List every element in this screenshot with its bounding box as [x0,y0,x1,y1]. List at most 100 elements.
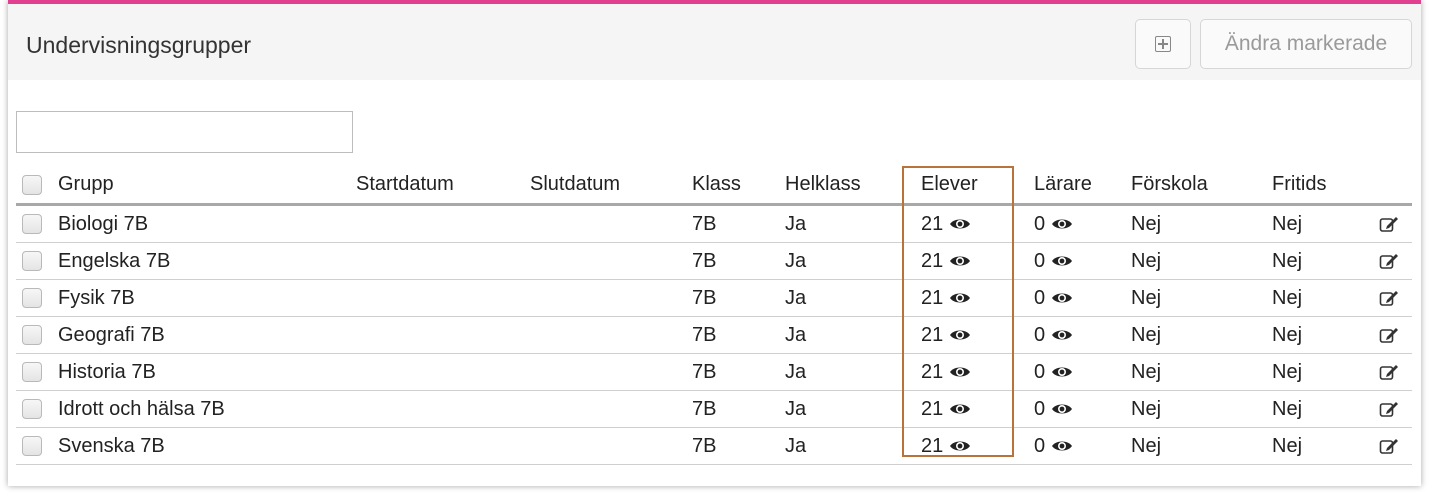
cell-fritids: Nej [1272,360,1303,383]
cell-larare[interactable]: 0 [1034,317,1073,353]
edit-icon[interactable] [1379,206,1399,242]
edit-icon[interactable] [1379,354,1399,390]
header-larare[interactable]: Lärare [1034,166,1092,203]
cell-larare[interactable]: 0 [1034,280,1073,316]
groups-table: Grupp Startdatum Slutdatum Klass Helklas… [16,166,1412,465]
cell-klass: 7B [692,249,717,272]
table-body: Biologi 7B 7B Ja 21 0 Nej Nej Engelska 7B 7B Ja 21… [16,206,1412,465]
cell-elever[interactable]: 21 [921,243,971,279]
search-input[interactable] [16,111,353,153]
eye-icon[interactable] [1051,365,1073,379]
edit-icon[interactable] [1379,317,1399,353]
cell-larare[interactable]: 0 [1034,243,1073,279]
cell-klass: 7B [692,360,717,383]
edit-icon[interactable] [1379,280,1399,316]
header-slutdatum[interactable]: Slutdatum [530,166,620,203]
cell-klass: 7B [692,397,717,420]
eye-icon[interactable] [1051,217,1073,231]
cell-forskola: Nej [1131,434,1162,457]
header-elever[interactable]: Elever [921,166,978,203]
cell-larare[interactable]: 0 [1034,354,1073,390]
table-row[interactable]: Svenska 7B 7B Ja 21 0 Nej Nej [16,428,1412,465]
eye-icon[interactable] [1051,254,1073,268]
cell-forskola: Nej [1131,249,1162,272]
row-checkbox[interactable] [22,251,42,271]
table-row[interactable]: Fysik 7B 7B Ja 21 0 Nej Nej [16,280,1412,317]
cell-larare[interactable]: 0 [1034,428,1073,464]
eye-icon[interactable] [949,439,971,453]
cell-elever[interactable]: 21 [921,206,971,242]
eye-icon[interactable] [949,254,971,268]
cell-helklass: Ja [785,323,807,346]
table-header: Grupp Startdatum Slutdatum Klass Helklas… [16,166,1412,206]
elever-count: 21 [921,323,944,346]
cell-fritids: Nej [1272,249,1303,272]
eye-icon[interactable] [949,402,971,416]
table-row[interactable]: Biologi 7B 7B Ja 21 0 Nej Nej [16,206,1412,243]
row-checkbox[interactable] [22,325,42,345]
edit-selected-button[interactable]: Ändra markerade [1200,19,1412,69]
elever-count: 21 [921,212,944,235]
cell-klass: 7B [692,286,717,309]
header-fritids[interactable]: Fritids [1272,166,1326,203]
cell-fritids: Nej [1272,212,1303,235]
header-helklass[interactable]: Helklass [785,166,861,203]
elever-count: 21 [921,434,944,457]
edit-icon[interactable] [1379,243,1399,279]
select-all-checkbox[interactable] [22,174,42,195]
cell-forskola: Nej [1131,212,1162,235]
eye-icon[interactable] [949,365,971,379]
eye-icon[interactable] [1051,328,1073,342]
panel: Undervisningsgrupper Ändra markerade Gru… [8,0,1421,486]
larare-count: 0 [1034,249,1046,272]
cell-forskola: Nej [1131,360,1162,383]
cell-helklass: Ja [785,360,807,383]
eye-icon[interactable] [949,291,971,305]
cell-grupp: Geografi 7B [58,323,165,346]
eye-icon[interactable] [949,328,971,342]
eye-icon[interactable] [949,217,971,231]
header-forskola[interactable]: Förskola [1131,166,1208,203]
cell-grupp: Historia 7B [58,360,156,383]
table-row[interactable]: Idrott och hälsa 7B 7B Ja 21 0 Nej Nej [16,391,1412,428]
header-grupp[interactable]: Grupp [58,166,114,203]
larare-count: 0 [1034,286,1046,309]
cell-grupp: Idrott och hälsa 7B [58,397,225,420]
eye-icon[interactable] [1051,291,1073,305]
cell-larare[interactable]: 0 [1034,206,1073,242]
larare-count: 0 [1034,212,1046,235]
cell-elever[interactable]: 21 [921,280,971,316]
header-klass[interactable]: Klass [692,166,741,203]
row-checkbox[interactable] [22,214,42,234]
row-checkbox[interactable] [22,362,42,382]
row-checkbox[interactable] [22,399,42,419]
cell-elever[interactable]: 21 [921,354,971,390]
cell-klass: 7B [692,434,717,457]
cell-grupp: Engelska 7B [58,249,171,272]
panel-header: Undervisningsgrupper Ändra markerade [8,4,1421,80]
cell-forskola: Nej [1131,397,1162,420]
cell-fritids: Nej [1272,397,1303,420]
cell-grupp: Fysik 7B [58,286,135,309]
table-row[interactable]: Geografi 7B 7B Ja 21 0 Nej Nej [16,317,1412,354]
edit-icon[interactable] [1379,428,1399,464]
cell-helklass: Ja [785,397,807,420]
table-row[interactable]: Historia 7B 7B Ja 21 0 Nej Nej [16,354,1412,391]
cell-larare[interactable]: 0 [1034,391,1073,427]
edit-icon[interactable] [1379,391,1399,427]
row-checkbox[interactable] [22,288,42,308]
header-startdatum[interactable]: Startdatum [356,166,454,203]
cell-fritids: Nej [1272,434,1303,457]
cell-grupp: Biologi 7B [58,212,149,235]
larare-count: 0 [1034,360,1046,383]
cell-elever[interactable]: 21 [921,428,971,464]
table-row[interactable]: Engelska 7B 7B Ja 21 0 Nej Nej [16,243,1412,280]
add-group-button[interactable] [1135,19,1191,69]
row-checkbox[interactable] [22,436,42,456]
cell-fritids: Nej [1272,286,1303,309]
cell-klass: 7B [692,212,717,235]
eye-icon[interactable] [1051,439,1073,453]
cell-elever[interactable]: 21 [921,317,971,353]
eye-icon[interactable] [1051,402,1073,416]
cell-elever[interactable]: 21 [921,391,971,427]
